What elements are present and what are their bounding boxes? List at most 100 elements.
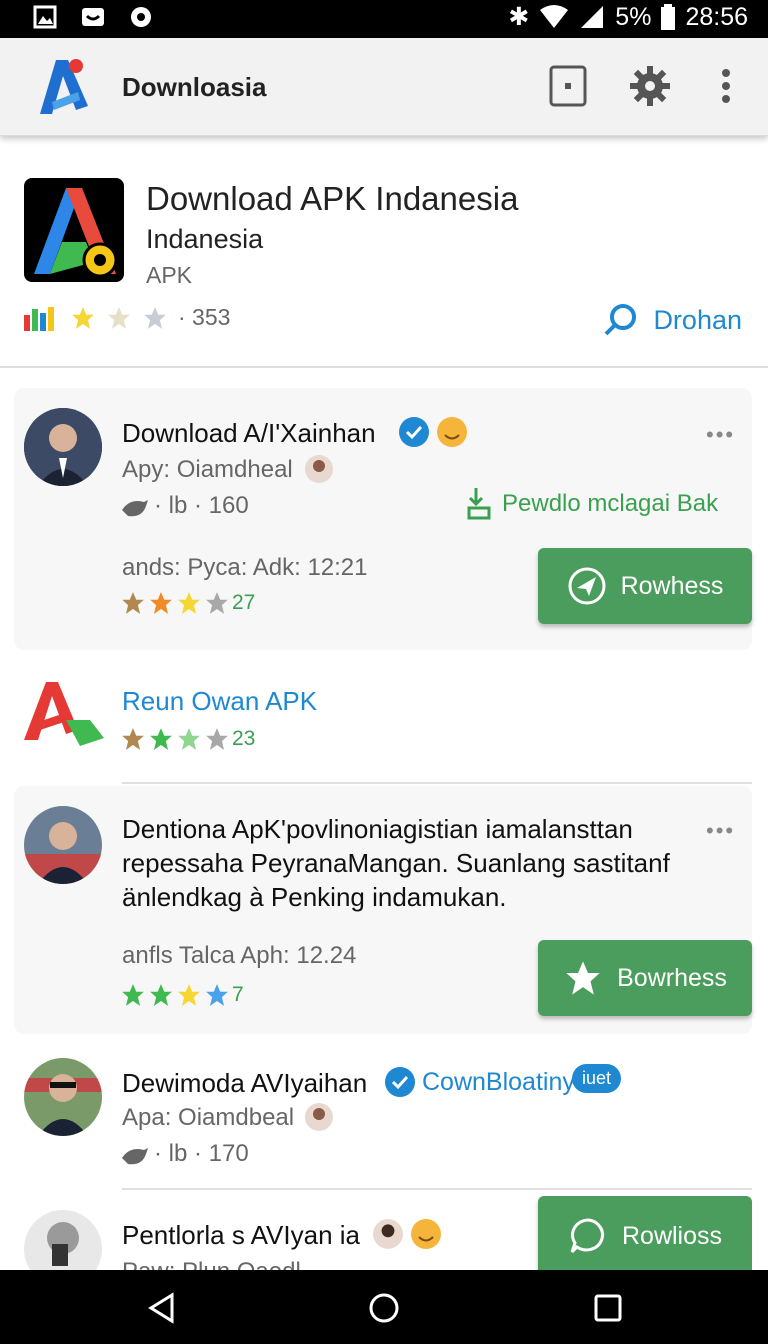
star-icon <box>144 306 166 329</box>
more-options-icon[interactable]: ••• <box>706 818 735 844</box>
star-icon <box>206 592 228 614</box>
item-title[interactable]: Dentiona ApK'povlinoniagistian iamalanst… <box>122 814 633 845</box>
list-item[interactable]: Download A/I'Xainhan ••• Apy: Oiamdheal … <box>14 388 752 650</box>
featured-app-title: Download APK Indanesia <box>146 180 519 217</box>
item-meta: ands: Pyca: Adk: 12:21 <box>122 554 368 581</box>
item-description-line: repessaha PeyranaMangan. Suanlang sastit… <box>122 848 670 878</box>
status-bar: ✱ 5% 28:56 <box>0 0 768 38</box>
bird-icon <box>122 1148 148 1165</box>
app-bar: Downloasia <box>0 38 768 136</box>
avatar <box>24 1210 102 1270</box>
battery-icon <box>661 4 676 30</box>
verified-icon <box>385 1067 415 1097</box>
more-options-icon[interactable]: ••• <box>706 422 735 448</box>
star-icon <box>150 728 172 750</box>
settings-icon[interactable] <box>628 64 672 108</box>
featured-app: Download APK Indanesia Indanesia APK · 3… <box>0 140 768 368</box>
avatar <box>24 408 102 486</box>
message-icon <box>82 8 104 26</box>
image-icon <box>33 5 57 29</box>
clock: 28:56 <box>685 2 748 31</box>
star-icon <box>122 728 144 750</box>
star-icon <box>150 984 172 1006</box>
featured-app-icon[interactable] <box>24 178 124 282</box>
home-icon[interactable] <box>368 1292 400 1324</box>
emoji-icon <box>411 1219 441 1249</box>
item-rating: 23 <box>120 726 255 752</box>
search-icon <box>605 304 637 336</box>
star-icon <box>72 306 94 329</box>
featured-app-subtitle: Indanesia <box>146 224 264 254</box>
list-item[interactable]: Dewimoda AVIyaihan CownBloatiny iuet Apa… <box>14 1050 752 1180</box>
avatar <box>24 1058 102 1136</box>
star-icon <box>178 728 200 750</box>
app-title: Downloasia <box>122 72 267 102</box>
app-a-icon <box>24 682 104 746</box>
verified-icon <box>399 417 429 447</box>
profile-thumb-icon <box>305 1103 333 1131</box>
star-icon <box>178 592 200 614</box>
star-filled-icon <box>566 961 600 995</box>
settings-small-icon <box>131 7 151 27</box>
download-green-icon <box>467 488 491 520</box>
battery-percent: 5% <box>615 2 652 31</box>
item-author: Apy: Oiamdheal <box>122 456 293 483</box>
download-button[interactable]: Rowhess <box>538 548 752 624</box>
download-button[interactable]: Rowlioss <box>538 1196 752 1270</box>
download-button[interactable]: Bowrhess <box>538 940 752 1016</box>
back-icon[interactable] <box>146 1292 178 1324</box>
navigation-bar <box>0 1270 768 1344</box>
recents-icon[interactable] <box>592 1292 624 1324</box>
emoji-icon <box>437 417 467 447</box>
bluetooth-icon: ✱ <box>508 3 530 31</box>
item-rating: 27 <box>120 590 255 616</box>
profile-thumb-icon <box>373 1219 403 1249</box>
star-icon <box>178 984 200 1006</box>
item-title[interactable]: Dewimoda AVIyaihan <box>122 1068 367 1099</box>
divider <box>122 782 752 784</box>
star-icon <box>150 592 172 614</box>
profile-thumb-icon <box>305 455 333 483</box>
item-author: Paw: Plun Qaedl <box>122 1258 301 1270</box>
send-icon <box>568 567 606 605</box>
star-icon <box>122 592 144 614</box>
verified-label[interactable]: CownBloatiny <box>422 1068 575 1097</box>
item-rating-count: 27 <box>232 591 256 614</box>
avatar <box>24 806 102 884</box>
star-icon <box>108 306 130 329</box>
rating-count: · 353 <box>178 304 231 330</box>
item-title[interactable]: Pentlorla s AVIyan ia <box>122 1220 360 1251</box>
signal-icon <box>581 6 604 28</box>
item-title[interactable]: Download A/I'Xainhan <box>122 418 376 449</box>
wifi-icon <box>540 5 569 28</box>
app-logo-icon[interactable] <box>32 56 94 118</box>
item-stats: · lb · 160 <box>154 492 249 519</box>
item-meta: anfls Talca Aph: 12.24 <box>122 942 357 969</box>
item-rating: 7 <box>120 982 244 1008</box>
download-button-label: Rowlioss <box>621 1221 723 1250</box>
list-item[interactable]: Reun Owan APK 23 <box>14 668 752 778</box>
featured-app-type: APK <box>146 262 193 288</box>
star-icon <box>122 984 144 1006</box>
item-stats: · lb · 170 <box>154 1140 249 1167</box>
item-title[interactable]: Reun Owan APK <box>122 686 317 717</box>
download-button-label: Rowhess <box>620 571 724 600</box>
list-item[interactable]: Pentlorla s AVIyan ia Paw: Plun Qaedl Ro… <box>14 1196 752 1270</box>
more-vert-icon[interactable] <box>704 64 748 108</box>
item-author: Apa: Oiamdbeal <box>122 1104 295 1131</box>
star-icon <box>206 728 228 750</box>
chat-badge: iuet <box>572 1064 622 1093</box>
featured-rating: · 353 <box>22 304 230 331</box>
item-side-link[interactable]: Pewdlo mclagai Bak <box>502 490 718 518</box>
item-rating-count: 23 <box>232 727 256 750</box>
bars-icon <box>24 306 54 331</box>
chat-icon <box>570 1218 604 1254</box>
item-rating-count: 7 <box>232 983 244 1006</box>
tablet-icon[interactable] <box>546 64 590 108</box>
list-item[interactable]: Dentiona ApK'povlinoniagistian iamalanst… <box>14 786 752 1034</box>
featured-download-label: Drohan <box>653 304 742 335</box>
item-description-line: änlendkag à Penking indamukan. <box>122 882 507 912</box>
download-button-label: Bowrhess <box>617 963 727 992</box>
featured-download-button[interactable]: Drohan <box>603 302 742 338</box>
star-icon <box>206 984 228 1006</box>
